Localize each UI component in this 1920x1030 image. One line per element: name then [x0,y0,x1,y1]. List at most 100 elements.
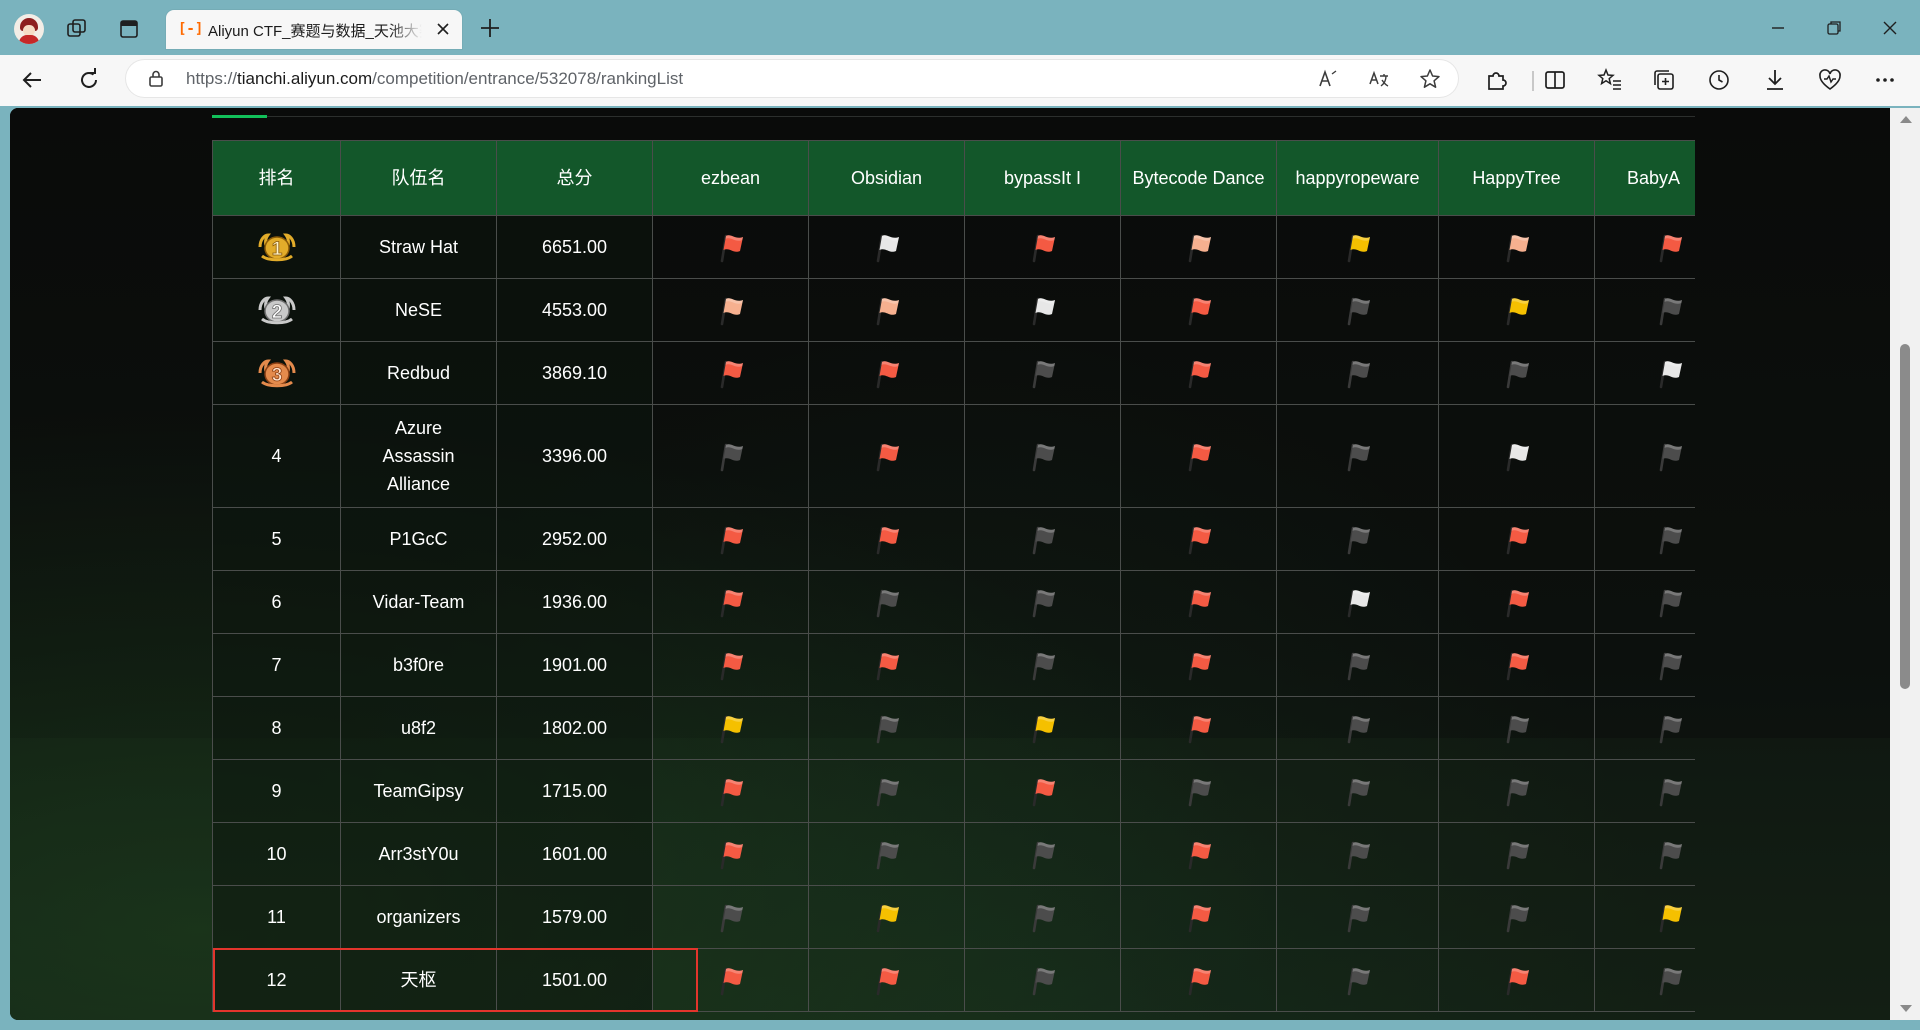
table-row[interactable]: 10 Arr3stY0u 1601.00 [212,822,1695,886]
downloads-icon[interactable] [1762,67,1788,93]
flag-gray-icon [964,507,1121,571]
active-tab-indicator [212,115,267,118]
translate-icon[interactable] [1368,68,1390,90]
vertical-scrollbar[interactable] [1890,108,1920,1020]
rank-cell: 6 [212,570,341,634]
table-row[interactable]: 2 NeSE 4553.00 [212,278,1695,342]
table-row[interactable]: 8 u8f2 1802.00 [212,696,1695,760]
refresh-icon[interactable] [76,67,102,93]
svg-text:3: 3 [271,365,282,386]
flag-peach-icon [1120,215,1277,279]
column-header: Obsidian [808,140,965,216]
table-row[interactable]: 7 b3f0re 1901.00 [212,633,1695,697]
table-row[interactable]: 3 Redbud 3869.10 [212,341,1695,405]
flag-peach-icon [808,278,965,342]
flag-gray-icon [1594,570,1695,634]
minimize-icon[interactable] [1764,14,1792,42]
url-text[interactable]: https://tianchi.aliyun.com/competition/e… [186,69,683,89]
scrollbar-thumb[interactable] [1900,344,1910,689]
flag-red-icon [808,404,965,508]
table-row[interactable]: 5 P1GcC 2952.00 [212,507,1695,571]
header-row: 排名 队伍名 总分 ezbean Obsidian bypassIt I Bytecode … [212,140,1695,216]
flag-red-icon [1594,215,1695,279]
table-row[interactable]: 11 organizers 1579.00 [212,885,1695,949]
score-cell: 3396.00 [496,404,653,508]
flag-gray-icon [808,696,965,760]
split-screen-icon[interactable] [1542,67,1568,93]
scroll-down-icon[interactable] [1900,1005,1912,1012]
back-icon[interactable] [20,67,46,93]
flag-gray-icon [1438,885,1595,949]
flag-red-icon [652,507,809,571]
profile-avatar[interactable] [14,14,44,44]
flag-red-icon [652,341,809,405]
tabs-divider [212,116,1695,117]
ranking-table-container[interactable]: 排名 队伍名 总分 ezbean Obsidian bypassIt I Bytecode … [212,140,1695,1020]
flag-gray-icon [1594,404,1695,508]
more-menu-icon[interactable] [1872,67,1898,93]
flag-red-icon [652,215,809,279]
team-name-cell: Straw Hat [340,215,497,279]
team-name-cell: Azure Assassin Alliance [340,404,497,508]
flag-gray-icon [1276,885,1439,949]
column-header: Bytecode Dance [1120,140,1277,216]
restore-icon[interactable] [1820,14,1848,42]
flag-gray-icon [1594,696,1695,760]
table-row[interactable]: 12 天枢 1501.00 [212,948,1695,1012]
column-header: happyropeware [1276,140,1439,216]
new-tab-button[interactable] [478,16,502,40]
tab-actions-icon[interactable] [116,16,142,42]
toolbar-divider [1532,71,1534,91]
browser-titlebar: [-] Aliyun CTF_赛题与数据_天池大赛 [0,0,1920,55]
scroll-up-icon[interactable] [1900,116,1912,123]
close-window-icon[interactable] [1876,14,1904,42]
table-row[interactable]: 6 Vidar-Team 1936.00 [212,570,1695,634]
flag-gold-icon [808,885,965,949]
extensions-icon[interactable] [1483,67,1509,93]
flag-red-icon [808,507,965,571]
favorites-icon[interactable] [1597,67,1623,93]
history-icon[interactable] [1706,67,1732,93]
flag-red-icon [1120,507,1277,571]
flag-gray-icon [1276,278,1439,342]
window-bottom-edge [0,1020,1920,1030]
address-bar[interactable]: https://tianchi.aliyun.com/competition/e… [126,60,1458,97]
flag-gold-icon [652,696,809,760]
flag-gray-icon [964,570,1121,634]
flag-gray-icon [1438,341,1595,405]
flag-gray-icon [964,948,1121,1012]
table-row[interactable]: 4 Azure Assassin Alliance 3396.00 [212,404,1695,508]
column-header: BabyA [1594,140,1695,216]
browser-toolbar: https://tianchi.aliyun.com/competition/e… [0,55,1920,106]
table-row[interactable]: 1 Straw Hat 6651.00 [212,215,1695,279]
flag-red-icon [1120,885,1277,949]
column-header: HappyTree [1438,140,1595,216]
collections-icon[interactable] [1651,67,1677,93]
score-cell: 1715.00 [496,759,653,823]
flag-gray-icon [1276,948,1439,1012]
column-header: 排名 [212,140,341,216]
flag-red-icon [964,215,1121,279]
tab-active[interactable]: [-] Aliyun CTF_赛题与数据_天池大赛 [166,10,462,49]
flag-gray-icon [1438,822,1595,886]
flag-red-icon [652,570,809,634]
flag-red-icon [808,633,965,697]
flag-red-icon [808,948,965,1012]
flag-red-icon [652,822,809,886]
flag-white-icon [1276,570,1439,634]
flag-peach-icon [652,278,809,342]
browser-essentials-icon[interactable] [1817,67,1843,93]
table-row[interactable]: 9 TeamGipsy 1715.00 [212,759,1695,823]
lock-icon[interactable] [148,70,164,87]
flag-gray-icon [1594,507,1695,571]
score-cell: 1501.00 [496,948,653,1012]
close-tab-icon[interactable] [434,20,452,38]
flag-white-icon [1594,341,1695,405]
read-aloud-icon[interactable] [1317,68,1339,90]
table-body: 1 Straw Hat 6651.00 2 NeSE 4553.00 3 Redbud 3869… [212,215,1695,1012]
flag-red-icon [652,759,809,823]
flag-red-icon [1438,633,1595,697]
flag-white-icon [808,215,965,279]
favorite-star-icon[interactable] [1419,68,1441,90]
workspaces-icon[interactable] [64,16,90,42]
